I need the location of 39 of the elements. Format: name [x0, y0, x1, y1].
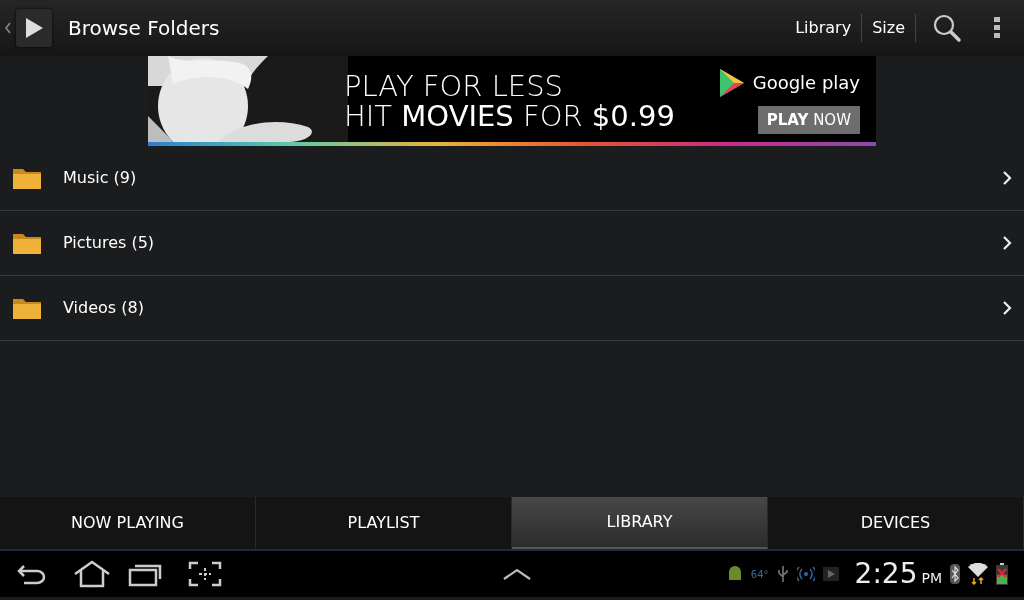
- signal-icon: [796, 566, 815, 582]
- folder-label: Music (9): [63, 167, 137, 189]
- clock-time: 2:25: [854, 556, 918, 592]
- folder-row[interactable]: Music (9): [0, 146, 1024, 211]
- expand-up-icon[interactable]: [502, 567, 532, 581]
- tab[interactable]: LIBRARY: [512, 497, 768, 549]
- screenshot-icon[interactable]: [188, 561, 222, 587]
- folder-icon: [13, 297, 41, 319]
- play-icon[interactable]: [16, 9, 52, 47]
- back-caret-icon[interactable]: [4, 22, 12, 34]
- clock-meridiem: PM: [921, 568, 942, 588]
- brand-name: Google play: [752, 71, 860, 96]
- folder-label: Pictures (5): [63, 232, 155, 254]
- temperature-text: 64°: [750, 567, 769, 582]
- folder-row[interactable]: Pictures (5): [0, 211, 1024, 276]
- ad-headline: PLAY FOR LESS: [344, 71, 564, 101]
- window-title: Browse Folders: [68, 15, 220, 42]
- play-store-icon: [718, 67, 745, 98]
- chevron-right-icon: [1002, 300, 1012, 316]
- action-button[interactable]: Library: [785, 14, 863, 42]
- folder-icon: [13, 232, 41, 254]
- battery-icon: [996, 563, 1008, 585]
- folder-icon: [13, 167, 41, 189]
- search-icon[interactable]: [932, 13, 962, 43]
- folder-label: Videos (8): [63, 297, 144, 319]
- ad-banner[interactable]: PLAY FOR LESS HIT MOVIES FOR $0.99 Google play PLAY NOW: [148, 56, 876, 146]
- home-icon[interactable]: [72, 560, 112, 588]
- folder-row[interactable]: Videos (8): [0, 276, 1024, 341]
- overflow-menu-icon[interactable]: [994, 17, 1000, 39]
- chevron-right-icon: [1002, 235, 1012, 251]
- play-icon: [822, 567, 839, 581]
- back-icon[interactable]: [16, 562, 48, 586]
- play-now-button[interactable]: PLAY NOW: [757, 105, 860, 135]
- usb-icon: [776, 565, 789, 583]
- bluetooth-icon: [950, 564, 960, 584]
- chevron-right-icon: [1002, 170, 1012, 186]
- wifi-icon: [968, 563, 988, 585]
- ad-offer-text: HIT MOVIES FOR $0.99: [344, 101, 675, 131]
- action-button[interactable]: Size: [862, 14, 916, 42]
